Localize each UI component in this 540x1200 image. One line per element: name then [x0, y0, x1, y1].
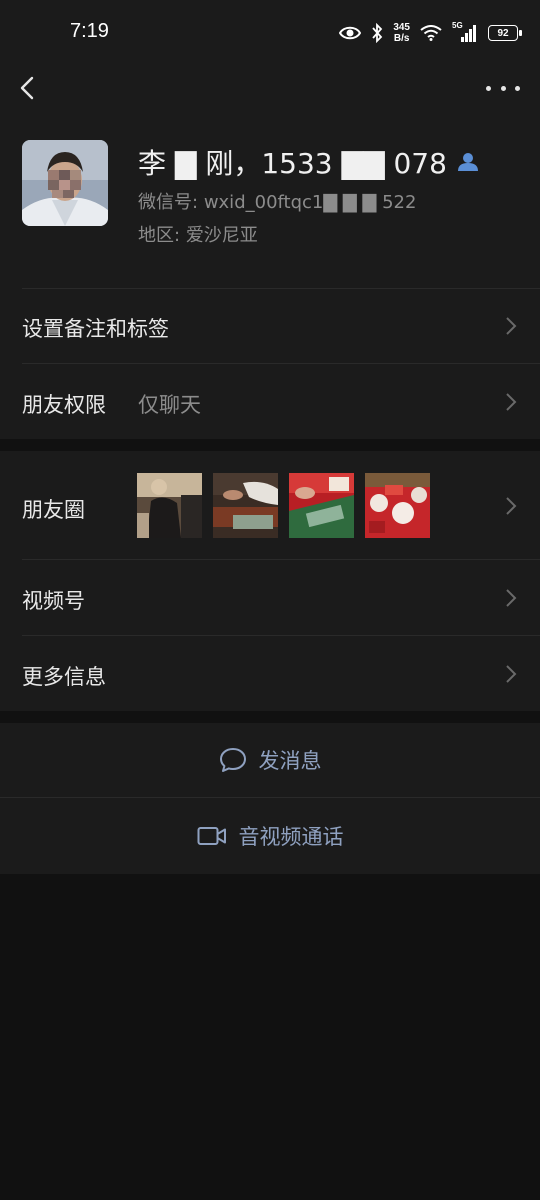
chat-bubble-icon	[219, 748, 246, 772]
moments-thumbnail	[213, 473, 278, 538]
divider	[22, 635, 540, 636]
more-options-button[interactable]	[486, 76, 520, 100]
status-icons: 345 B/s 5G 92	[339, 18, 522, 48]
battery-icon: 92	[488, 25, 522, 41]
more-info-row[interactable]: 更多信息	[0, 635, 540, 711]
moments-thumbnail	[365, 473, 430, 538]
nav-bar	[0, 66, 540, 110]
region-line: 地区: 爱沙尼亚	[138, 221, 258, 247]
net-speed-value: 345	[393, 22, 410, 33]
signal-icon: 5G	[452, 21, 478, 43]
wifi-icon	[420, 25, 442, 41]
contact-profile-screen: 7:19 345 B/s 5G 92 李 ▇ 刚，1533 ▇▇ 078 微信号…	[0, 0, 540, 1200]
wechat-id-line: 微信号: wxid_00ftqc1▇ ▇ ▇ 522	[138, 188, 416, 214]
region-value: 爱沙尼亚	[185, 225, 258, 246]
chevron-right-icon	[506, 317, 517, 335]
more-dots-icon	[486, 85, 491, 91]
eye-icon	[339, 26, 362, 40]
wechat-id-label: 微信号:	[138, 192, 199, 213]
chevron-right-icon	[506, 497, 517, 515]
status-time: 7:19	[70, 20, 109, 42]
send-message-button[interactable]: 发消息	[0, 723, 540, 797]
chevron-right-icon	[506, 589, 517, 607]
more-info-label: 更多信息	[22, 665, 106, 689]
moments-row[interactable]: 朋友圈	[0, 451, 540, 559]
profile-name-row: 李 ▇ 刚，1533 ▇▇ 078	[138, 142, 479, 182]
av-call-label: 音视频通话	[238, 825, 344, 849]
region-label: 地区:	[138, 225, 181, 246]
send-message-label: 发消息	[258, 749, 322, 773]
wechat-id-value: wxid_00ftqc1▇ ▇ ▇ 522	[203, 192, 417, 213]
remark-label: 设置备注和标签	[22, 317, 169, 341]
av-call-button[interactable]: 音视频通话	[0, 797, 540, 874]
chevron-right-icon	[506, 665, 517, 683]
channels-label: 视频号	[22, 589, 85, 613]
moments-thumbnail	[137, 473, 202, 538]
divider	[0, 797, 540, 798]
moments-thumbnail	[289, 473, 354, 538]
net-speed-unit: B/s	[393, 33, 410, 44]
back-button[interactable]	[14, 72, 44, 104]
video-camera-icon	[197, 827, 226, 845]
permissions-value: 仅聊天	[138, 393, 201, 417]
moments-thumbnails	[137, 473, 430, 538]
bluetooth-icon	[372, 23, 383, 43]
permissions-label: 朋友权限	[22, 393, 106, 417]
profile-header: 李 ▇ 刚，1533 ▇▇ 078 微信号: wxid_00ftqc1▇ ▇ ▇…	[0, 110, 540, 288]
profile-name: 李 ▇ 刚，1533 ▇▇ 078	[138, 147, 447, 180]
net-speed: 345 B/s	[393, 22, 410, 44]
divider	[22, 288, 540, 289]
contact-person-icon	[457, 153, 478, 171]
divider	[22, 363, 540, 364]
friend-permissions-row[interactable]: 朋友权限 仅聊天	[0, 363, 540, 439]
status-bar: 7:19 345 B/s 5G 92	[0, 0, 540, 66]
remark-and-tags-row[interactable]: 设置备注和标签	[0, 288, 540, 363]
moments-label: 朋友圈	[22, 498, 85, 522]
avatar[interactable]	[22, 140, 108, 226]
channels-row[interactable]: 视频号	[0, 559, 540, 635]
chevron-right-icon	[506, 393, 517, 411]
divider	[22, 559, 540, 560]
